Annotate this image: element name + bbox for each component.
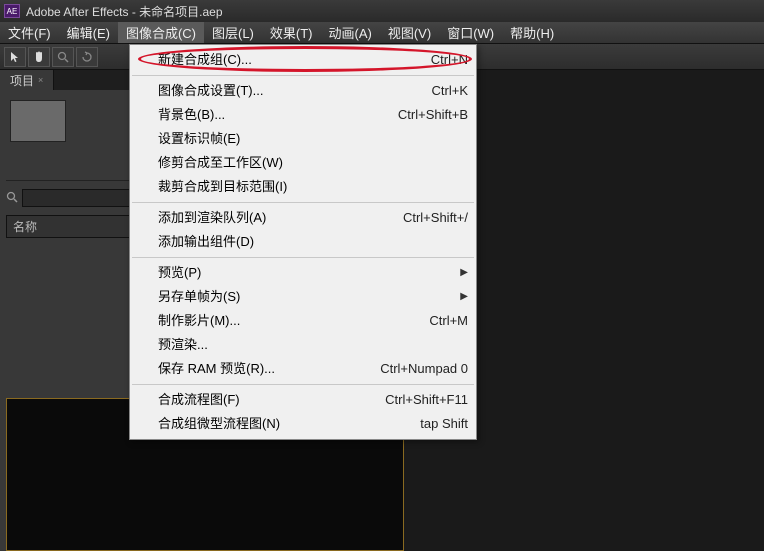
menubar: 文件(F)编辑(E)图像合成(C)图层(L)效果(T)动画(A)视图(V)窗口(…: [0, 22, 764, 44]
app-icon: AE: [4, 4, 20, 18]
menu-item-label: 背景色(B)...: [158, 105, 348, 125]
menu-item[interactable]: 制作影片(M)... Ctrl+M: [130, 309, 476, 333]
menubar-item[interactable]: 帮助(H): [502, 22, 562, 43]
menu-item-shortcut: tap Shift: [368, 414, 468, 434]
menubar-item[interactable]: 效果(T): [262, 22, 321, 43]
menu-item-shortcut: Ctrl+N: [368, 50, 468, 70]
menu-item-label: 设置标识帧(E): [158, 129, 468, 149]
menu-item[interactable]: 设置标识帧(E): [130, 127, 476, 151]
menu-item[interactable]: 裁剪合成到目标范围(I): [130, 175, 476, 199]
menu-item[interactable]: 预渲染...: [130, 333, 476, 357]
menu-item-label: 合成流程图(F): [158, 390, 348, 410]
menu-item-label: 保存 RAM 预览(R)...: [158, 359, 348, 379]
menubar-item[interactable]: 视图(V): [380, 22, 439, 43]
search-icon: [6, 191, 18, 206]
menu-item[interactable]: 修剪合成至工作区(W): [130, 151, 476, 175]
menu-item-shortcut: Ctrl+Numpad 0: [368, 359, 468, 379]
hand-tool-icon[interactable]: [28, 47, 50, 67]
menu-item-shortcut: Ctrl+K: [368, 81, 468, 101]
menu-item[interactable]: 新建合成组(C)... Ctrl+N: [130, 48, 476, 72]
window-title: Adobe After Effects - 未命名项目.aep: [26, 3, 223, 20]
menu-item[interactable]: 图像合成设置(T)... Ctrl+K: [130, 79, 476, 103]
menubar-item[interactable]: 窗口(W): [439, 22, 502, 43]
rotate-tool-icon[interactable]: [76, 47, 98, 67]
menubar-item[interactable]: 编辑(E): [59, 22, 118, 43]
submenu-arrow-icon: ▶: [460, 263, 468, 283]
menu-item-label: 另存单帧为(S): [158, 287, 468, 307]
menu-item-label: 新建合成组(C)...: [158, 50, 348, 70]
menu-item-shortcut: Ctrl+Shift+F11: [368, 390, 468, 410]
menu-item-label: 预渲染...: [158, 335, 468, 355]
submenu-arrow-icon: ▶: [460, 287, 468, 307]
composition-menu-dropdown: 新建合成组(C)...Ctrl+N图像合成设置(T)...Ctrl+K背景色(B…: [129, 44, 477, 440]
titlebar: AE Adobe After Effects - 未命名项目.aep: [0, 0, 764, 22]
menubar-item[interactable]: 图层(L): [204, 22, 262, 43]
menu-item[interactable]: 添加到渲染队列(A) Ctrl+Shift+/: [130, 206, 476, 230]
menu-item-label: 添加到渲染队列(A): [158, 208, 348, 228]
menu-item-label: 添加输出组件(D): [158, 232, 468, 252]
menu-item[interactable]: 保存 RAM 预览(R)... Ctrl+Numpad 0: [130, 357, 476, 381]
menu-item[interactable]: 另存单帧为(S)▶: [130, 285, 476, 309]
close-icon[interactable]: ×: [38, 75, 43, 85]
tab-project[interactable]: 项目 ×: [0, 70, 54, 90]
tab-label: 项目: [10, 72, 34, 89]
menu-item[interactable]: 添加输出组件(D): [130, 230, 476, 254]
menu-separator: [132, 202, 474, 203]
zoom-tool-icon[interactable]: [52, 47, 74, 67]
menu-item-label: 制作影片(M)...: [158, 311, 348, 331]
menubar-item[interactable]: 文件(F): [0, 22, 59, 43]
menu-item-shortcut: Ctrl+Shift+/: [368, 208, 468, 228]
menubar-item[interactable]: 动画(A): [321, 22, 380, 43]
menu-item-label: 合成组微型流程图(N): [158, 414, 348, 434]
menu-item-label: 预览(P): [158, 263, 468, 283]
menu-item[interactable]: 合成流程图(F) Ctrl+Shift+F11: [130, 388, 476, 412]
menu-separator: [132, 384, 474, 385]
menu-item[interactable]: 背景色(B)... Ctrl+Shift+B: [130, 103, 476, 127]
selection-tool-icon[interactable]: [4, 47, 26, 67]
menu-item-label: 修剪合成至工作区(W): [158, 153, 468, 173]
menu-separator: [132, 75, 474, 76]
composition-thumbnail[interactable]: [10, 100, 66, 142]
menubar-item[interactable]: 图像合成(C): [118, 22, 204, 43]
menu-item-shortcut: Ctrl+Shift+B: [368, 105, 468, 125]
menu-separator: [132, 257, 474, 258]
menu-item-label: 裁剪合成到目标范围(I): [158, 177, 468, 197]
menu-item-label: 图像合成设置(T)...: [158, 81, 348, 101]
menu-item[interactable]: 合成组微型流程图(N) tap Shift: [130, 412, 476, 436]
menu-item[interactable]: 预览(P)▶: [130, 261, 476, 285]
menu-item-shortcut: Ctrl+M: [368, 311, 468, 331]
